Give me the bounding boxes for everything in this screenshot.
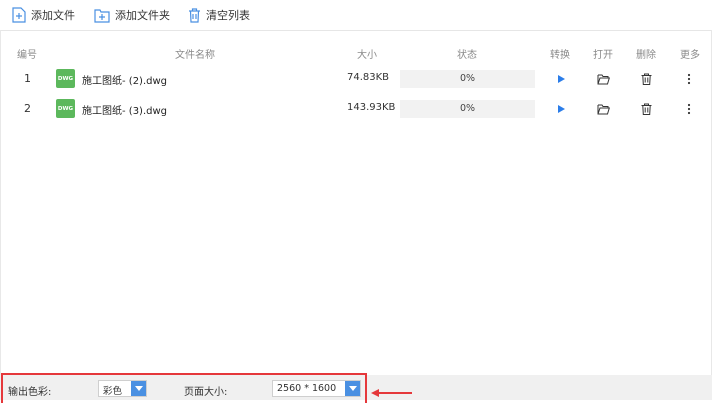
chevron-down-icon[interactable] — [345, 381, 360, 396]
folder-open-icon — [597, 74, 610, 84]
header-convert: 转换 — [550, 50, 570, 61]
delete-button[interactable] — [638, 71, 654, 87]
header-status: 状态 — [457, 50, 477, 61]
header-size: 大小 — [357, 50, 377, 61]
toolbar: 添加文件 添加文件夹 清空列表 — [0, 0, 712, 31]
header-more: 更多 — [680, 50, 700, 61]
add-file-label: 添加文件 — [31, 9, 75, 22]
progress-text: 0% — [459, 103, 476, 114]
trash-icon — [641, 73, 651, 85]
progress-bar: 0% — [400, 100, 535, 118]
header-num: 编号 — [17, 50, 37, 61]
play-icon — [558, 105, 565, 113]
page-size-select[interactable]: 2560 * 1600 — [272, 380, 361, 397]
dwg-file-icon: DWG — [56, 69, 75, 88]
add-file-button[interactable]: 添加文件 — [12, 6, 75, 24]
table-row[interactable]: 1 DWG 施工图纸- (2).dwg 74.83KB 0% — [0, 64, 712, 94]
play-icon — [558, 75, 565, 83]
chevron-down-icon[interactable] — [131, 381, 146, 396]
progress-bar: 0% — [400, 70, 535, 88]
more-button[interactable] — [681, 71, 697, 87]
more-button[interactable] — [681, 101, 697, 117]
open-folder-button[interactable] — [595, 71, 611, 87]
trash-icon — [641, 103, 651, 115]
header-name: 文件名称 — [175, 50, 215, 61]
file-name: 施工图纸- (2).dwg — [82, 76, 168, 87]
more-vertical-icon — [687, 73, 691, 85]
page-size-value: 2560 * 1600 — [277, 383, 337, 394]
header-delete: 删除 — [636, 50, 656, 61]
clear-list-label: 清空列表 — [206, 9, 250, 22]
row-number: 1 — [24, 72, 31, 85]
output-color-select[interactable]: 彩色 — [98, 380, 147, 397]
output-color-label: 输出色彩: — [8, 387, 52, 398]
delete-button[interactable] — [638, 101, 654, 117]
add-folder-label: 添加文件夹 — [115, 9, 170, 22]
red-arrow-annotation — [371, 389, 412, 397]
table-row[interactable]: 2 DWG 施工图纸- (3).dwg 143.93KB 0% — [0, 94, 712, 124]
clear-list-button[interactable]: 清空列表 — [188, 6, 250, 24]
header-open: 打开 — [593, 50, 613, 61]
trash-icon — [189, 7, 200, 23]
dwg-file-icon: DWG — [56, 99, 75, 118]
add-folder-button[interactable]: 添加文件夹 — [94, 6, 170, 24]
row-number: 2 — [24, 102, 31, 115]
open-folder-button[interactable] — [595, 101, 611, 117]
add-file-icon — [12, 7, 26, 23]
file-size: 143.93KB — [347, 102, 396, 113]
file-size: 74.83KB — [347, 72, 390, 83]
output-color-value: 彩色 — [103, 386, 123, 397]
convert-play-button[interactable] — [553, 101, 569, 117]
convert-play-button[interactable] — [553, 71, 569, 87]
page-size-label: 页面大小: — [184, 387, 228, 398]
progress-text: 0% — [459, 73, 476, 84]
more-vertical-icon — [687, 103, 691, 115]
file-name: 施工图纸- (3).dwg — [82, 106, 168, 117]
add-folder-icon — [94, 8, 110, 23]
folder-open-icon — [597, 104, 610, 114]
